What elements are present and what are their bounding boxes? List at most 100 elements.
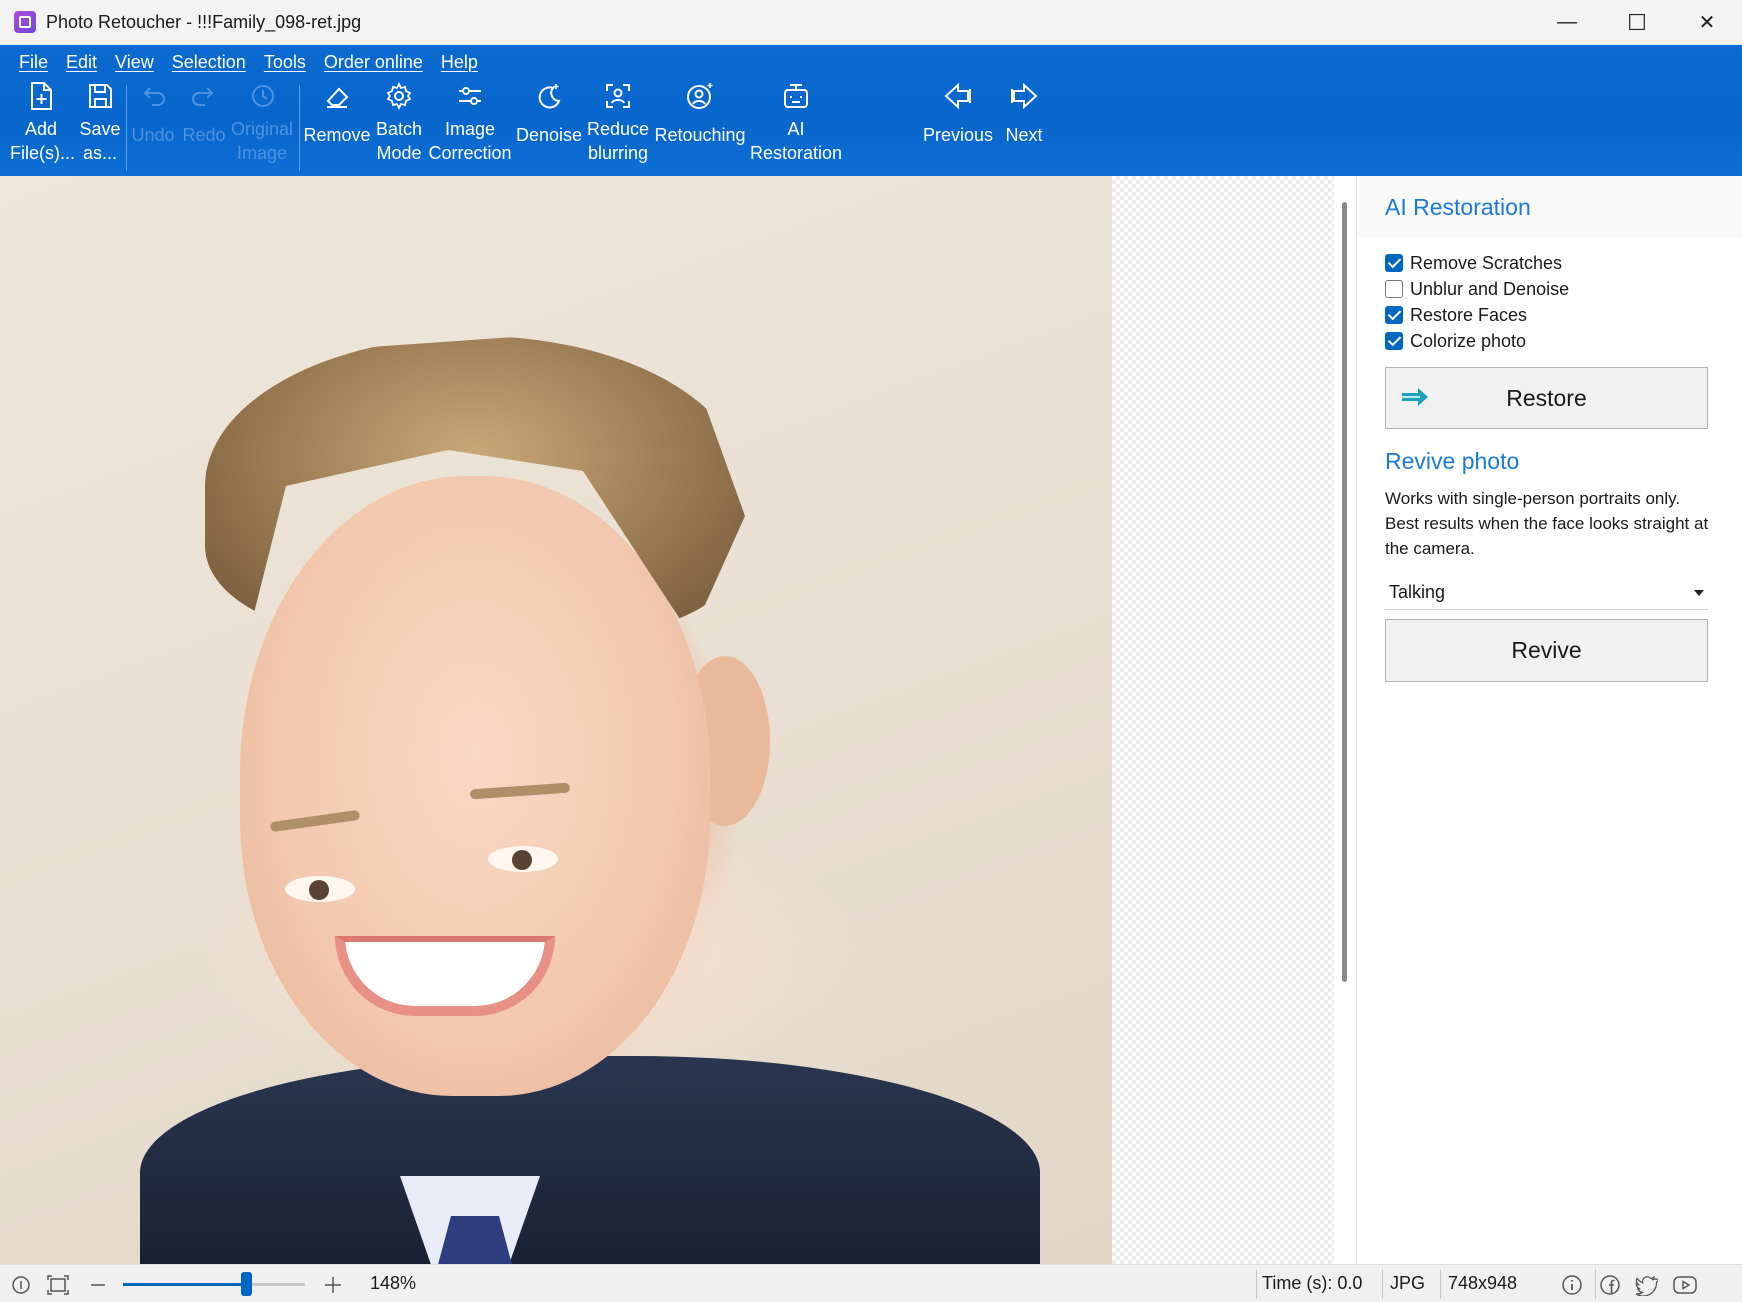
reduce-blurring-label-1: Reduce <box>586 119 650 139</box>
save-icon <box>89 84 112 108</box>
photo-eye-right <box>488 846 558 872</box>
ribbon: File Edit View Selection Tools Order onl… <box>0 45 1742 176</box>
save-as-label-1: Save <box>79 119 121 139</box>
remove-label: Remove <box>303 125 371 145</box>
menu-help[interactable]: Help <box>441 52 478 73</box>
app-logo-icon <box>14 11 36 33</box>
window-title: Photo Retoucher - !!!Family_098-ret.jpg <box>46 11 362 32</box>
zoom-out-icon[interactable] <box>88 1274 108 1296</box>
option-label: Remove Scratches <box>1410 252 1563 273</box>
revive-mode-select[interactable]: Talking <box>1385 576 1708 610</box>
close-button[interactable]: ✕ <box>1672 0 1742 45</box>
face-sparkle-icon <box>687 83 713 109</box>
zoom-slider-fill <box>123 1283 247 1286</box>
previous-button[interactable]: Previous <box>918 81 998 147</box>
retouching-button[interactable]: Retouching <box>654 81 746 147</box>
zoom-slider-track[interactable] <box>123 1283 305 1286</box>
zoom-level: 148% <box>370 1273 417 1293</box>
menu-bar: File Edit View Selection Tools Order onl… <box>0 45 1742 79</box>
retouching-label: Retouching <box>654 125 746 145</box>
undo-icon <box>143 87 165 106</box>
remove-button[interactable]: Remove <box>302 81 372 147</box>
ai-restoration-label-1: AI <box>787 119 805 139</box>
photo-image <box>0 176 1112 1264</box>
vertical-scrollbar[interactable] <box>1342 202 1347 982</box>
photo-eye-left <box>285 876 355 902</box>
robot-icon <box>784 84 808 108</box>
image-correction-label-1: Image <box>444 119 496 139</box>
minimize-button[interactable]: — <box>1532 0 1602 45</box>
batch-mode-label-1: Batch <box>375 119 423 139</box>
checkbox-checked-icon[interactable] <box>1385 306 1403 324</box>
option-unblur-denoise[interactable]: Unblur and Denoise <box>1385 276 1742 302</box>
toolbar-separator <box>126 85 127 171</box>
fit-to-window-icon[interactable] <box>46 1274 70 1296</box>
focus-person-icon <box>606 84 630 108</box>
sliders-icon <box>459 87 481 105</box>
zoom-slider-thumb[interactable] <box>241 1272 253 1296</box>
add-files-button[interactable]: Add File(s)... <box>10 81 75 165</box>
menu-tools[interactable]: Tools <box>264 52 306 73</box>
menu-edit[interactable]: Edit <box>66 52 97 73</box>
gear-icon <box>386 81 412 111</box>
revive-button[interactable]: Revive <box>1385 619 1708 682</box>
previous-label: Previous <box>922 125 994 145</box>
zoom-actual-size-icon[interactable] <box>10 1274 32 1296</box>
processing-time: Time (s): 0.0 <box>1262 1273 1363 1293</box>
toolbar: Add File(s)... Save as... Undo Redo Orig… <box>0 81 1742 176</box>
image-canvas[interactable] <box>0 176 1356 1264</box>
maximize-button[interactable]: ☐ <box>1602 0 1672 45</box>
title-bar: Photo Retoucher - !!!Family_098-ret.jpg … <box>0 0 1742 45</box>
save-as-label-2: as... <box>82 143 117 163</box>
youtube-icon[interactable] <box>1672 1274 1698 1296</box>
menu-order-online[interactable]: Order online <box>324 52 423 73</box>
save-as-button[interactable]: Save as... <box>76 81 124 165</box>
photo-suit <box>140 1056 1040 1264</box>
status-separator <box>1440 1269 1441 1299</box>
history-icon <box>252 85 274 107</box>
checkbox-unchecked-icon[interactable] <box>1385 280 1403 298</box>
toolbar-separator <box>299 85 300 171</box>
ai-restoration-button[interactable]: AI Restoration <box>748 81 844 165</box>
image-correction-button[interactable]: Image Correction <box>428 81 512 165</box>
arrow-right-icon <box>1402 388 1428 406</box>
denoise-button[interactable]: Denoise <box>514 81 584 147</box>
zoom-in-icon[interactable] <box>322 1274 344 1296</box>
add-files-label-2: File(s)... <box>10 143 75 163</box>
revive-mode-value: Talking <box>1389 582 1446 602</box>
arrow-left-icon <box>944 82 971 110</box>
ai-restoration-label-2: Restoration <box>749 143 843 163</box>
twitter-icon[interactable] <box>1634 1274 1658 1296</box>
undo-button[interactable]: Undo <box>128 81 178 147</box>
facebook-icon[interactable] <box>1599 1274 1621 1296</box>
original-image-label-2: Image <box>236 143 288 163</box>
redo-label: Redo <box>182 125 226 145</box>
option-restore-faces[interactable]: Restore Faces <box>1385 302 1742 328</box>
redo-button[interactable]: Redo <box>180 81 228 147</box>
menu-file[interactable]: File <box>19 52 48 73</box>
batch-mode-button[interactable]: Batch Mode <box>374 81 424 165</box>
original-image-button[interactable]: Original Image <box>230 81 294 165</box>
option-label: Restore Faces <box>1410 304 1528 325</box>
add-file-icon <box>31 82 52 110</box>
restore-button[interactable]: Restore <box>1385 367 1708 429</box>
status-separator <box>1595 1269 1596 1299</box>
revive-label: Revive <box>1511 637 1582 663</box>
status-separator <box>1382 1269 1383 1299</box>
checkbox-checked-icon[interactable] <box>1385 254 1403 272</box>
option-remove-scratches[interactable]: Remove Scratches <box>1385 250 1742 276</box>
panel-title: AI Restoration <box>1357 176 1742 238</box>
chevron-down-icon <box>1694 590 1704 596</box>
menu-selection[interactable]: Selection <box>172 52 246 73</box>
arrow-right-icon <box>1011 82 1038 110</box>
transparent-background <box>1112 176 1334 1264</box>
option-colorize-photo[interactable]: Colorize photo <box>1385 328 1742 354</box>
restore-label: Restore <box>1506 384 1587 411</box>
reduce-blurring-button[interactable]: Reduce blurring <box>586 81 650 165</box>
next-button[interactable]: Next <box>1000 81 1048 147</box>
moon-sparkle-icon <box>538 84 561 109</box>
image-correction-label-2: Correction <box>428 143 512 163</box>
menu-view[interactable]: View <box>115 52 154 73</box>
info-icon[interactable] <box>1561 1274 1583 1296</box>
checkbox-checked-icon[interactable] <box>1385 332 1403 350</box>
